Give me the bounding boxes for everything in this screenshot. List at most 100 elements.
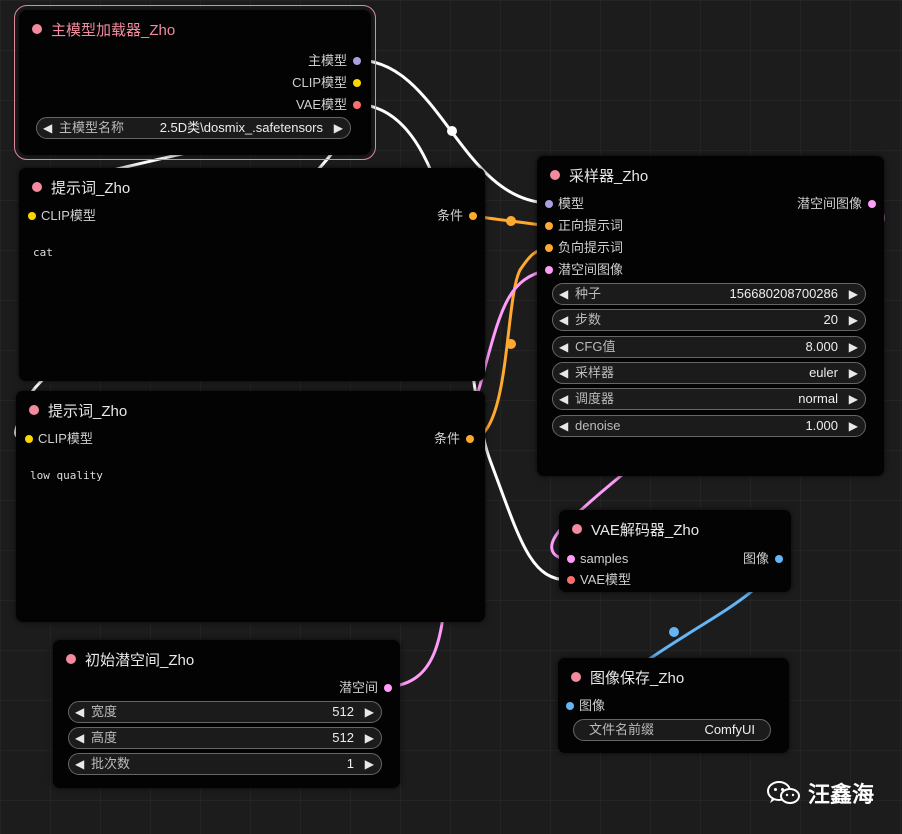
output-image[interactable]: 图像 [742, 551, 783, 567]
decrement-arrow-icon[interactable]: ◀ [43, 120, 52, 136]
empty-latent-node[interactable]: 初始潜空间_Zho 潜空间 ◀ 宽度 512 ▶ ◀ 高度 512 ▶ ◀ 批次… [53, 640, 400, 788]
output-latent[interactable]: 潜空间 [339, 680, 392, 696]
increment-arrow-icon[interactable]: ▶ [849, 286, 858, 302]
decrement-arrow-icon[interactable]: ◀ [559, 286, 568, 302]
output-dot-latent[interactable] [868, 200, 876, 208]
decrement-arrow-icon[interactable]: ◀ [559, 312, 568, 328]
input-dot-clip[interactable] [28, 212, 36, 220]
input-model[interactable]: 模型 [545, 196, 584, 212]
input-latent[interactable]: 潜空间图像 [545, 262, 623, 278]
decrement-arrow-icon[interactable]: ◀ [75, 756, 84, 772]
input-negative[interactable]: 负向提示词 [545, 240, 623, 256]
output-dot-latent[interactable] [384, 684, 392, 692]
increment-arrow-icon[interactable]: ▶ [365, 730, 374, 746]
prompt-textarea[interactable]: cat [33, 246, 469, 366]
input-positive[interactable]: 正向提示词 [545, 218, 623, 234]
output-model[interactable]: 主模型 [308, 53, 361, 69]
output-dot-model[interactable] [353, 57, 361, 65]
sampler-node[interactable]: 采样器_Zho 模型 潜空间图像 正向提示词 负向提示词 潜空间图像 ◀ 种子 … [537, 156, 884, 476]
widget-label: 采样器 [575, 365, 615, 380]
decrement-arrow-icon[interactable]: ◀ [559, 418, 568, 434]
prompt-textarea[interactable]: low quality [30, 469, 470, 599]
input-dot-samples[interactable] [567, 555, 575, 563]
input-samples[interactable]: samples [567, 551, 628, 567]
watermark-text: 汪鑫海 [808, 783, 875, 808]
node-title-bar[interactable]: VAE解码器_Zho [559, 510, 791, 544]
node-collapse-dot[interactable] [32, 182, 42, 192]
decrement-arrow-icon[interactable]: ◀ [75, 730, 84, 746]
output-vae[interactable]: VAE模型 [296, 97, 361, 113]
decrement-arrow-icon[interactable]: ◀ [559, 391, 568, 407]
watermark: 汪鑫海 [766, 778, 874, 808]
widget-value: 1.000 [805, 418, 838, 433]
decrement-arrow-icon[interactable]: ◀ [75, 704, 84, 720]
input-clip[interactable]: CLIP模型 [28, 208, 96, 224]
wire-positive-midpoint [506, 216, 516, 226]
sampler-name-widget[interactable]: ◀ 采样器 euler ▶ [552, 362, 866, 384]
node-title-bar[interactable]: 采样器_Zho [537, 156, 884, 190]
output-latent[interactable]: 潜空间图像 [796, 196, 876, 212]
wechat-icon [767, 781, 800, 804]
decrement-arrow-icon[interactable]: ◀ [559, 365, 568, 381]
node-collapse-dot[interactable] [66, 654, 76, 664]
denoise-widget[interactable]: ◀ denoise 1.000 ▶ [552, 415, 866, 437]
node-collapse-dot[interactable] [571, 672, 581, 682]
input-dot-image[interactable] [566, 702, 574, 710]
widget-value: 1 [346, 756, 354, 771]
output-dot-clip[interactable] [353, 79, 361, 87]
output-dot-vae[interactable] [353, 101, 361, 109]
node-collapse-dot[interactable] [29, 405, 39, 415]
node-title-bar[interactable]: 初始潜空间_Zho [53, 640, 400, 674]
output-dot-conditioning[interactable] [469, 212, 477, 220]
vae-decode-node[interactable]: VAE解码器_Zho samples VAE模型 图像 [559, 510, 791, 592]
scheduler-widget[interactable]: ◀ 调度器 normal ▶ [552, 388, 866, 410]
output-label: 潜空间图像 [796, 196, 862, 211]
height-widget[interactable]: ◀ 高度 512 ▶ [68, 727, 382, 749]
increment-arrow-icon[interactable]: ▶ [365, 756, 374, 772]
input-clip[interactable]: CLIP模型 [25, 431, 93, 447]
batch-size-widget[interactable]: ◀ 批次数 1 ▶ [68, 753, 382, 775]
prompt-positive-node[interactable]: 提示词_Zho CLIP模型 条件 cat [19, 168, 485, 381]
increment-arrow-icon[interactable]: ▶ [334, 120, 343, 136]
prompt-negative-node[interactable]: 提示词_Zho CLIP模型 条件 low quality [16, 391, 485, 622]
widget-label: 宽度 [91, 704, 118, 719]
node-collapse-dot[interactable] [572, 524, 582, 534]
input-vae[interactable]: VAE模型 [567, 572, 631, 588]
decrement-arrow-icon[interactable]: ◀ [559, 339, 568, 355]
input-dot-vae[interactable] [567, 576, 575, 584]
node-collapse-dot[interactable] [550, 170, 560, 180]
output-label: 条件 [436, 208, 463, 223]
output-dot-conditioning[interactable] [466, 435, 474, 443]
steps-widget[interactable]: ◀ 步数 20 ▶ [552, 309, 866, 331]
increment-arrow-icon[interactable]: ▶ [849, 365, 858, 381]
node-collapse-dot[interactable] [32, 24, 42, 34]
output-clip[interactable]: CLIP模型 [292, 75, 361, 91]
output-label: 图像 [742, 551, 769, 566]
node-title-bar[interactable]: 主模型加载器_Zho [19, 10, 371, 44]
node-title-bar[interactable]: 提示词_Zho [16, 391, 485, 425]
input-dot-latent[interactable] [545, 266, 553, 274]
increment-arrow-icon[interactable]: ▶ [849, 339, 858, 355]
node-title-bar[interactable]: 图像保存_Zho [558, 658, 789, 692]
filename-prefix-widget[interactable]: 文件名前缀 ComfyUI [573, 719, 771, 741]
node-title-bar[interactable]: 提示词_Zho [19, 168, 485, 202]
increment-arrow-icon[interactable]: ▶ [849, 391, 858, 407]
input-dot-positive[interactable] [545, 222, 553, 230]
cfg-widget[interactable]: ◀ CFG值 8.000 ▶ [552, 336, 866, 358]
increment-arrow-icon[interactable]: ▶ [365, 704, 374, 720]
output-dot-image[interactable] [775, 555, 783, 563]
input-dot-clip[interactable] [25, 435, 33, 443]
checkpoint-name-combo[interactable]: ◀ 主模型名称 2.5D类\dosmix_.safetensors ▶ [36, 117, 351, 139]
input-dot-model[interactable] [545, 200, 553, 208]
seed-widget[interactable]: ◀ 种子 156680208700286 ▶ [552, 283, 866, 305]
widget-value: normal [798, 391, 838, 406]
increment-arrow-icon[interactable]: ▶ [849, 312, 858, 328]
save-image-node[interactable]: 图像保存_Zho 图像 文件名前缀 ComfyUI [558, 658, 789, 753]
width-widget[interactable]: ◀ 宽度 512 ▶ [68, 701, 382, 723]
output-conditioning[interactable]: 条件 [434, 431, 474, 447]
output-conditioning[interactable]: 条件 [436, 208, 477, 224]
increment-arrow-icon[interactable]: ▶ [849, 418, 858, 434]
input-dot-negative[interactable] [545, 244, 553, 252]
input-image[interactable]: 图像 [566, 698, 605, 714]
checkpoint-loader-node[interactable]: 主模型加载器_Zho 主模型 CLIP模型 VAE模型 ◀ 主模型名称 2.5D… [14, 5, 376, 160]
